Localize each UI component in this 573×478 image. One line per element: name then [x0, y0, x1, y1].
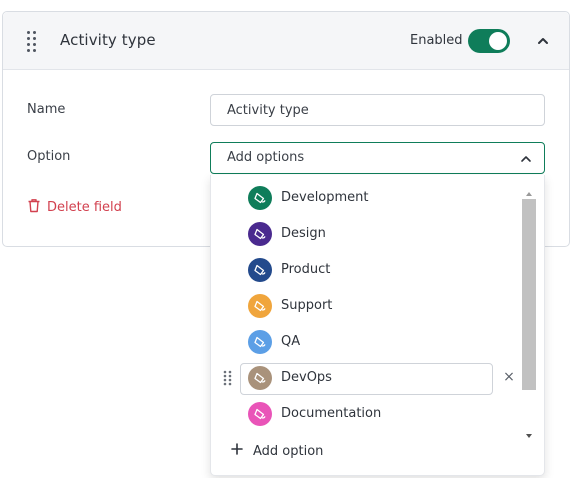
delete-field-label: Delete field	[47, 199, 122, 215]
scroll-up-arrow-icon[interactable]	[525, 183, 533, 196]
option-item[interactable]: Documentation	[211, 400, 516, 428]
scrollbar-thumb[interactable]	[522, 199, 536, 390]
option-label: QA	[281, 334, 301, 349]
paint-bucket-icon	[248, 186, 272, 210]
options-dropdown: × Development Design Product Support QA DevOp…	[210, 175, 545, 476]
paint-bucket-icon	[248, 366, 272, 390]
plus-icon	[231, 443, 243, 459]
option-label: Support	[281, 298, 333, 313]
add-option-button[interactable]: Add option	[231, 441, 323, 461]
option-item[interactable]: QA	[211, 328, 516, 356]
paint-bucket-icon	[248, 330, 272, 354]
option-select[interactable]: Add options	[210, 142, 545, 174]
option-item[interactable]: Support	[211, 292, 516, 320]
card-header: Activity type Enabled	[3, 12, 569, 70]
option-item[interactable]: Product	[211, 256, 516, 284]
name-input[interactable]	[210, 94, 545, 126]
option-label: Development	[281, 190, 369, 205]
paint-bucket-icon	[248, 222, 272, 246]
option-label: Option	[27, 149, 71, 164]
toggle-knob	[489, 32, 507, 50]
card-title: Activity type	[60, 31, 156, 49]
option-item[interactable]: Development	[211, 184, 516, 212]
option-label: Documentation	[281, 406, 382, 421]
drag-handle-icon[interactable]	[27, 31, 39, 52]
add-option-label: Add option	[253, 443, 324, 459]
option-label: DevOps	[281, 370, 332, 385]
delete-field-button[interactable]: Delete field	[27, 197, 122, 217]
chevron-up-icon	[519, 151, 533, 165]
scroll-down-arrow-icon[interactable]	[525, 425, 533, 438]
chevron-up-icon[interactable]	[535, 33, 551, 49]
option-select-placeholder: Add options	[227, 150, 305, 165]
paint-bucket-icon	[248, 294, 272, 318]
paint-bucket-icon	[248, 258, 272, 282]
option-item[interactable]: DevOps	[211, 364, 516, 392]
enabled-toggle[interactable]	[468, 29, 510, 53]
option-item[interactable]: Design	[211, 220, 516, 248]
trash-icon	[27, 198, 41, 217]
option-label: Design	[281, 226, 326, 241]
scrollbar[interactable]	[522, 183, 536, 438]
option-label: Product	[281, 262, 331, 277]
enabled-label: Enabled	[410, 33, 463, 48]
name-label: Name	[27, 102, 66, 117]
paint-bucket-icon	[248, 402, 272, 426]
